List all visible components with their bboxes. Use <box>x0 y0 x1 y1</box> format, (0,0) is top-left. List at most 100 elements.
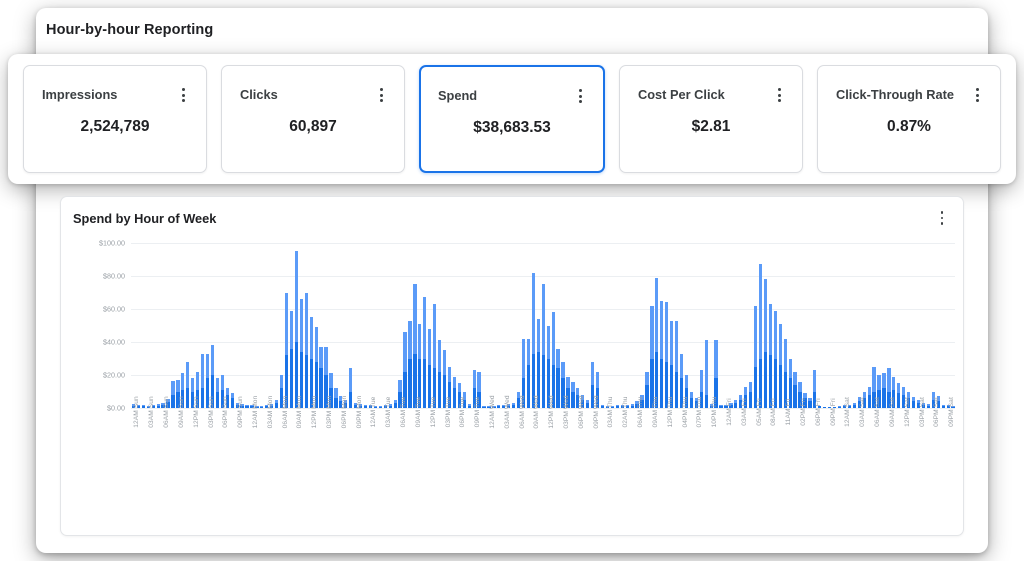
bar <box>294 251 299 408</box>
bar <box>245 404 249 408</box>
bar-segment-upper <box>897 383 901 394</box>
chart-card: Spend by Hour of Week $100.00 $80.00 $60.0… <box>60 196 964 536</box>
bar-segment-lower <box>600 406 605 408</box>
kpi-card-cost-per-click[interactable]: Cost Per Click $2.81 <box>619 65 803 173</box>
bar-segment-lower <box>586 403 590 408</box>
bar-segment-upper <box>205 353 210 379</box>
y-axis-tick-label: $0.00 <box>107 403 125 413</box>
kebab-menu-icon[interactable] <box>970 87 984 103</box>
bar-segment-lower <box>289 348 294 408</box>
bar-segment-upper <box>684 375 689 389</box>
bar <box>186 361 190 408</box>
kpi-card-impressions[interactable]: Impressions 2,524,789 <box>23 65 207 173</box>
bar-segment-upper <box>225 388 229 395</box>
kpi-label: Spend <box>438 88 478 103</box>
bar-segment-upper <box>788 358 792 379</box>
bar-segment-upper <box>191 378 195 392</box>
bar-slot[interactable] <box>951 243 956 408</box>
bar <box>408 320 412 408</box>
bar-segment-upper <box>798 381 802 392</box>
chart-plot: $100.00 $80.00 $60.00 $40.00 $20.00 $0.00 12A… <box>61 239 965 473</box>
bar-segment-lower <box>141 406 145 408</box>
bar-segment-upper <box>645 371 649 385</box>
kpi-card-spend[interactable]: Spend $38,683.53 <box>419 65 605 173</box>
bar-segment-upper <box>689 391 694 399</box>
bar-segment-lower <box>941 406 945 408</box>
bar-segment-lower <box>837 406 842 408</box>
kpi-label: Click-Through Rate <box>836 87 955 102</box>
bar <box>630 403 634 408</box>
bar-segment-lower <box>334 398 338 408</box>
kebab-menu-icon[interactable] <box>935 210 949 226</box>
bar-segment-lower <box>645 384 649 408</box>
bar <box>141 405 145 408</box>
bar-segment-upper <box>551 312 555 366</box>
bar-segment-lower <box>275 403 279 408</box>
bar <box>304 292 308 408</box>
bar <box>823 406 827 408</box>
bar-segment-lower <box>423 358 427 408</box>
kebab-dot <box>578 94 582 98</box>
bar-segment-lower <box>630 405 634 408</box>
bar-segment-upper <box>665 302 669 362</box>
bar-segment-lower <box>793 384 797 408</box>
bar-segment-lower <box>749 391 753 408</box>
kebab-menu-icon[interactable] <box>573 88 587 104</box>
bar <box>837 405 842 408</box>
kpi-card-clicks[interactable]: Clicks 60,897 <box>221 65 405 173</box>
bar-segment-upper <box>699 370 703 392</box>
bar-segment-upper <box>872 366 876 392</box>
bar-segment-upper <box>674 320 679 372</box>
kebab-dot <box>578 100 582 103</box>
bar-segment-upper <box>309 317 313 359</box>
kebab-menu-icon[interactable] <box>772 87 786 103</box>
bar-segment-lower <box>526 365 531 408</box>
bar-segment-upper <box>408 320 412 359</box>
kpi-label: Impressions <box>42 87 118 102</box>
bar <box>156 403 160 408</box>
bar <box>674 320 679 408</box>
y-axis-tick-label: $80.00 <box>103 271 125 281</box>
bar-segment-upper <box>773 310 777 359</box>
y-axis-tick-label: $100.00 <box>99 238 125 248</box>
bar-segment-upper <box>793 371 797 385</box>
bar <box>418 323 422 408</box>
kpi-value: 60,897 <box>289 118 337 135</box>
kebab-dot <box>379 93 383 97</box>
kebab-dot <box>181 99 185 102</box>
bar-segment-lower <box>778 365 782 408</box>
bar <box>600 405 605 408</box>
bar <box>882 373 886 408</box>
kebab-dot <box>940 222 944 225</box>
bar <box>665 302 669 408</box>
bar-segment-upper <box>279 375 284 389</box>
bar <box>363 405 368 408</box>
bar-segment-upper <box>758 264 763 359</box>
bar <box>467 403 471 408</box>
bar-segment-lower <box>349 391 353 408</box>
bar-segment-upper <box>289 310 294 349</box>
bar-segment-lower <box>186 388 190 408</box>
bar-segment-upper <box>778 323 782 366</box>
kebab-dot <box>181 93 185 97</box>
bar-segment-upper <box>423 297 427 359</box>
bar-segment-upper <box>655 277 659 352</box>
kebab-menu-icon[interactable] <box>374 87 388 103</box>
bar <box>482 405 486 408</box>
bar-segment-lower <box>897 393 901 408</box>
bar <box>645 371 649 408</box>
bar-segment-upper <box>215 378 220 392</box>
bar <box>763 279 768 408</box>
bar <box>852 402 856 408</box>
bar-segment-upper <box>768 304 773 356</box>
bar-segment-upper <box>536 318 540 352</box>
bar <box>941 405 945 408</box>
bar-segment-upper <box>329 373 333 389</box>
bar <box>556 348 560 408</box>
bar <box>334 388 338 408</box>
kpi-card-click-through-rate[interactable]: Click-Through Rate 0.87% <box>817 65 1001 173</box>
bar-segment-upper <box>304 292 308 356</box>
bar-segment-lower <box>437 371 442 408</box>
bar-segment-lower <box>734 403 738 408</box>
kebab-menu-icon[interactable] <box>176 87 190 103</box>
